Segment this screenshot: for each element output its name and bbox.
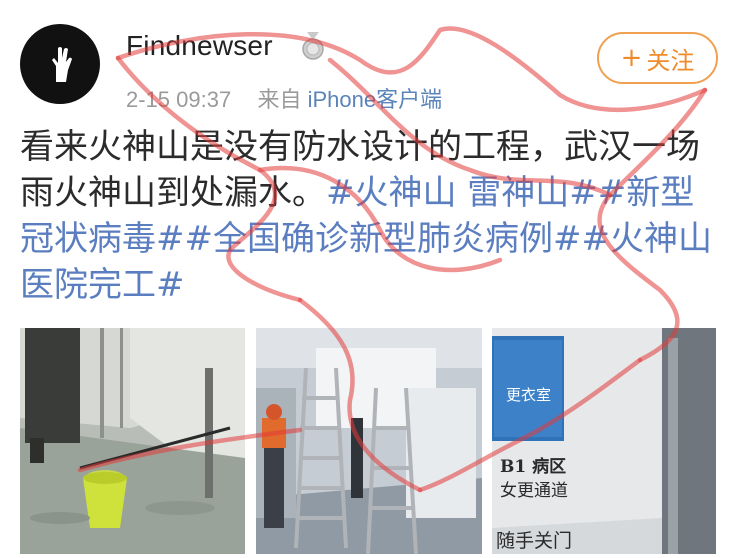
sign-female-passage: 女更通道 [500, 481, 568, 501]
sign-close-door: 随手关门 [496, 530, 573, 552]
post-photo-2[interactable] [256, 328, 482, 554]
source-link[interactable]: iPhone客户端 [308, 87, 443, 112]
sign-ward-b1: B1 病区 [500, 457, 567, 477]
hashtag-link[interactable]: #全国确诊新型肺炎病例# [185, 219, 582, 259]
photo-corridor-ladders [256, 328, 482, 554]
follow-label: 关注 [646, 46, 695, 75]
hand-gesture-icon [52, 47, 72, 82]
medal-icon [302, 32, 324, 60]
source-prefix: 来自 [257, 87, 302, 112]
post-photo-1[interactable] [20, 328, 245, 554]
username[interactable]: Findnewser [126, 30, 273, 62]
post-time: 2-15 09:37 [126, 87, 232, 112]
follow-button[interactable]: + 关注 [597, 32, 718, 84]
avatar[interactable] [20, 24, 100, 104]
hashtag-link[interactable]: #火神山 雷神山# [326, 173, 598, 213]
post-meta: 2-15 09:37 来自 iPhone客户端 [126, 82, 442, 114]
post-text: 看来火神山是没有防水设计的工程，武汉一场雨火神山到处漏水。#火神山 雷神山##新… [20, 124, 720, 308]
weibo-post: Findnewser 2-15 09:37 来自 iPhone客户端 + 关注 … [0, 0, 733, 558]
post-photo-3[interactable]: 更衣室 B1 病区 女更通道 随手关门 [492, 328, 716, 554]
photo-wall-sign [492, 328, 716, 554]
sign-changing-room: 更衣室 [506, 386, 552, 404]
plus-icon: + [620, 43, 643, 73]
photo-corridor-bucket [20, 328, 245, 554]
